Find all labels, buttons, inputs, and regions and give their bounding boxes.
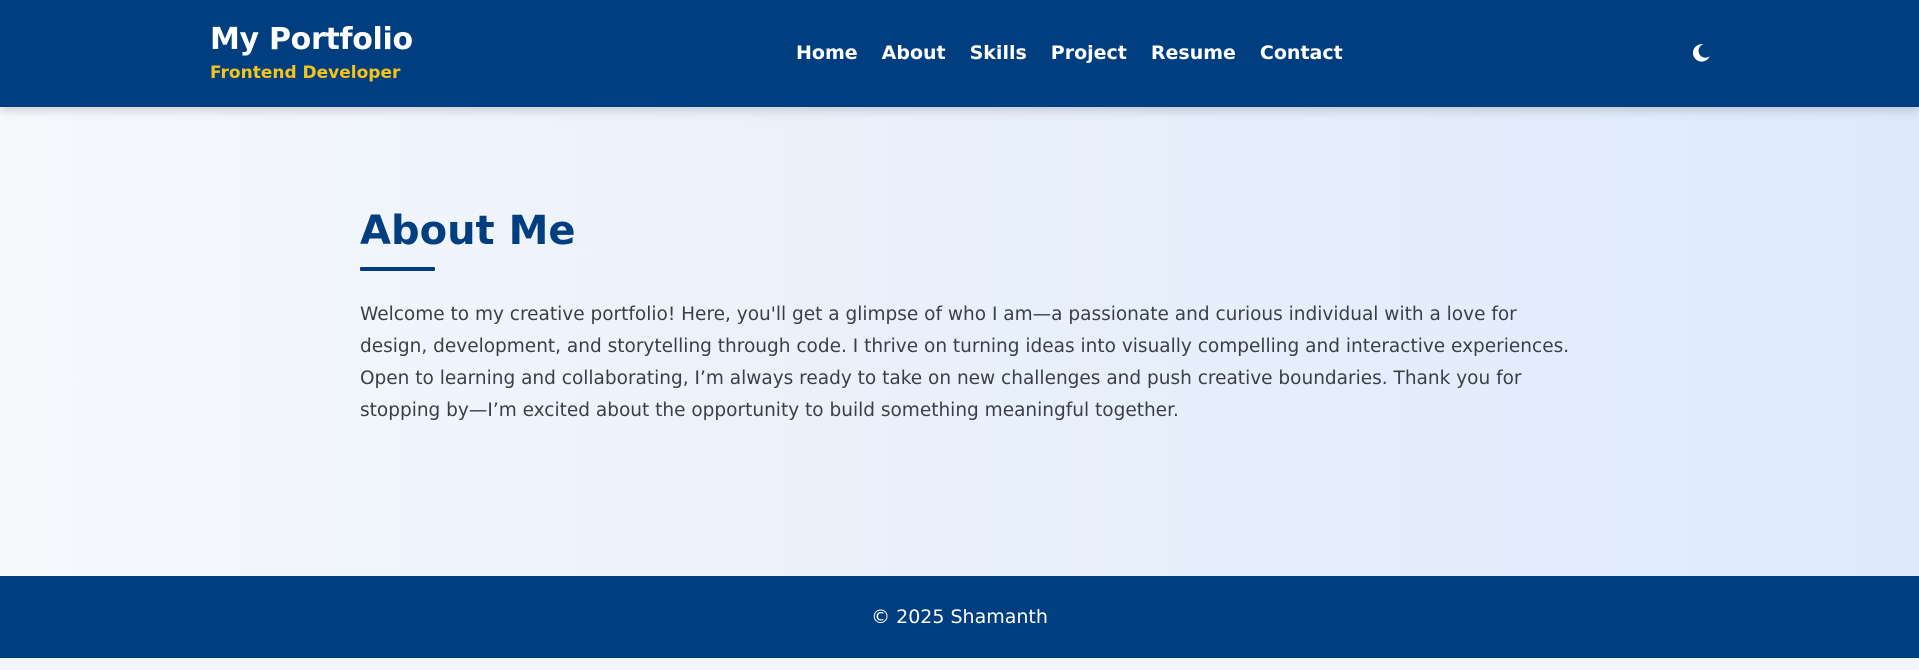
page-bottom-strip — [0, 658, 1919, 670]
brand-subtitle: Frontend Developer — [210, 63, 401, 83]
nav-link-resume[interactable]: Resume — [1151, 40, 1236, 66]
theme-toggle-button[interactable] — [1688, 40, 1714, 66]
main-nav: Home About Skills Project Resume Contact — [796, 40, 1343, 66]
about-text: Welcome to my creative portfolio! Here, … — [360, 304, 1570, 421]
footer-copyright: © 2025 Shamanth — [871, 606, 1048, 628]
nav-link-contact[interactable]: Contact — [1260, 40, 1343, 66]
nav-link-home[interactable]: Home — [796, 40, 858, 66]
nav-link-project[interactable]: Project — [1051, 40, 1127, 66]
site-header: My Portfolio Frontend Developer Home Abo… — [0, 0, 1919, 107]
about-title: About Me — [360, 208, 576, 254]
brand[interactable]: My Portfolio Frontend Developer — [210, 20, 413, 86]
nav-link-skills[interactable]: Skills — [970, 40, 1027, 66]
nav-link-about[interactable]: About — [882, 40, 946, 66]
main-content: About Me Welcome to my creative portfoli… — [0, 107, 1919, 576]
brand-title[interactable]: My Portfolio — [210, 20, 413, 60]
title-underline — [360, 267, 435, 271]
site-footer: © 2025 Shamanth — [0, 576, 1919, 658]
about-section: About Me Welcome to my creative portfoli… — [360, 205, 1570, 427]
moon-icon — [1692, 44, 1710, 62]
